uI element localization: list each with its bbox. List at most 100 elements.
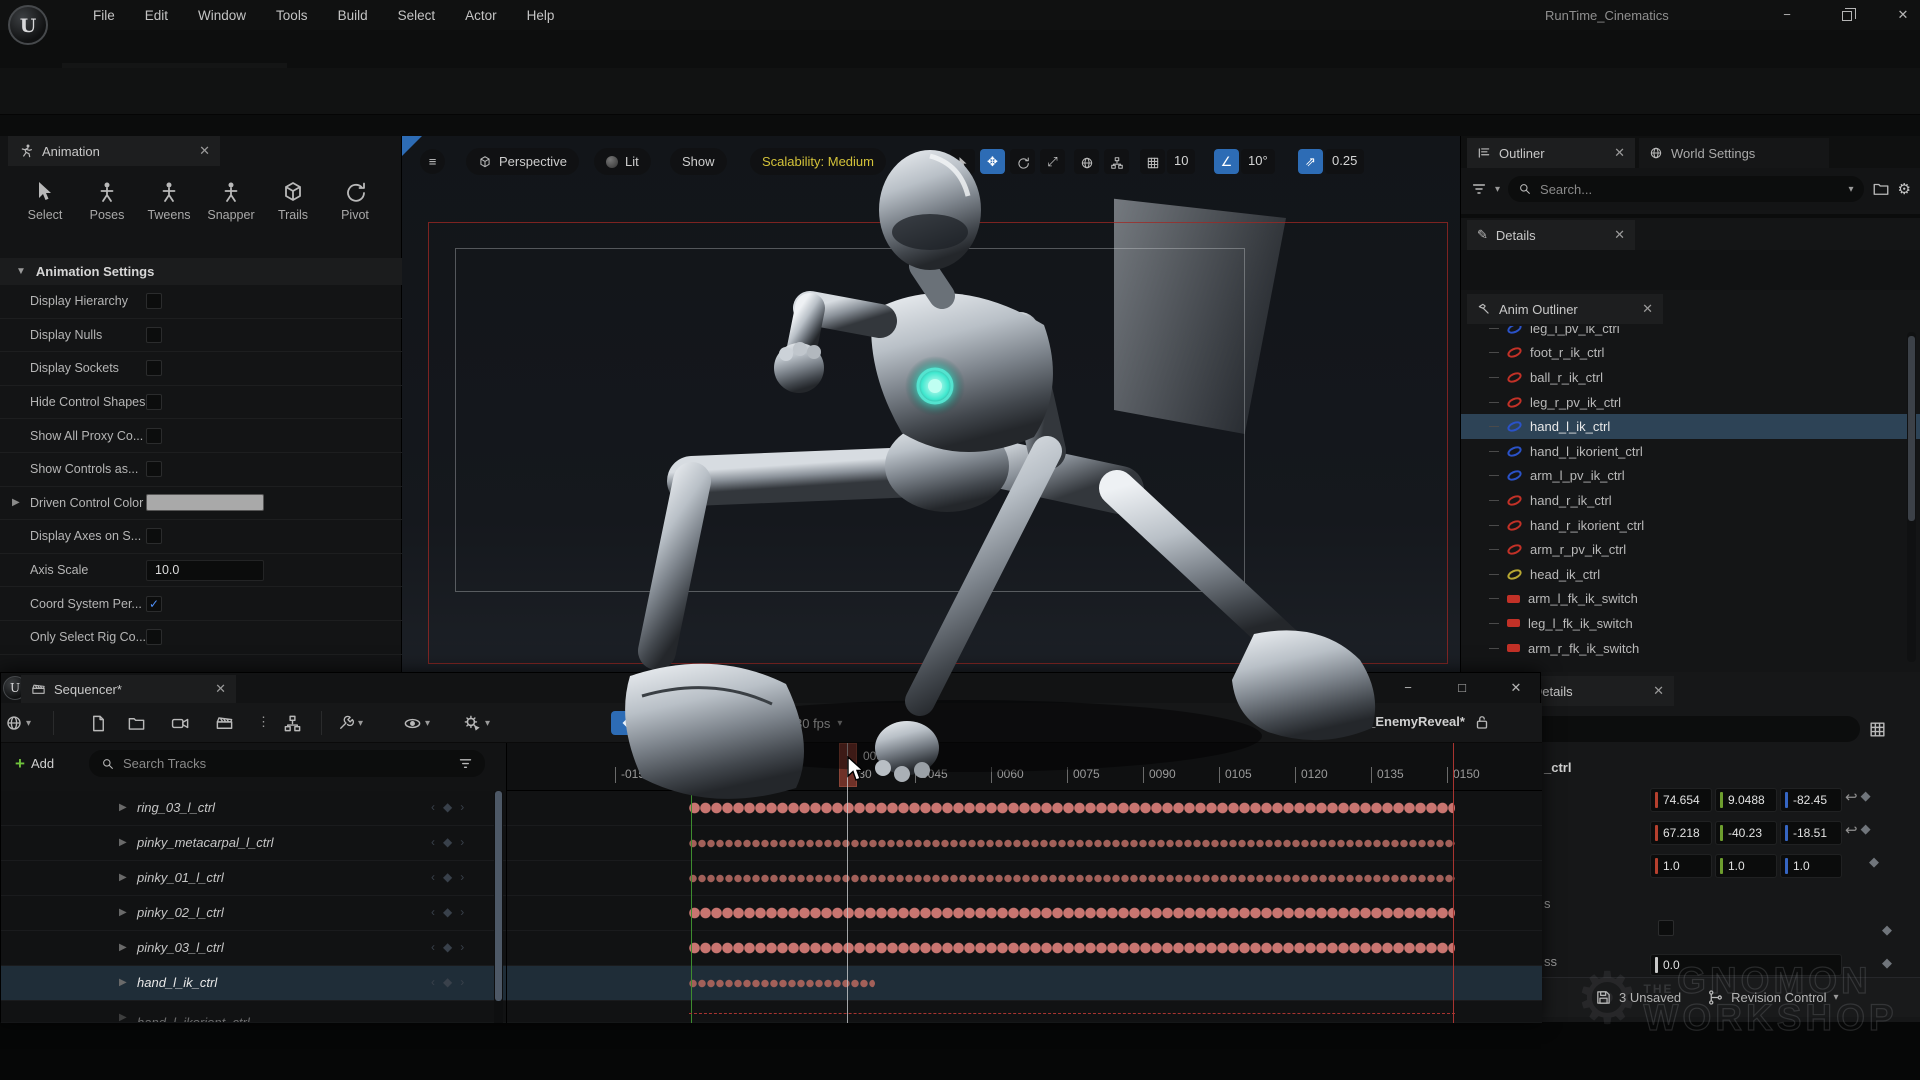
track-row-selected[interactable]: ▶ hand_l_ik_ctrl ‹◆›: [1, 966, 1542, 1001]
scale-snap-value[interactable]: 0.25: [1325, 149, 1364, 174]
key-nav-icons[interactable]: ‹◆›: [431, 870, 472, 884]
create-asset-icon[interactable]: [89, 714, 108, 733]
keyframe-diamond-icon[interactable]: ◆: [1882, 955, 1892, 971]
checkbox-checked[interactable]: ✓: [146, 596, 162, 612]
animation-settings-header[interactable]: ▼ Animation Settings: [0, 258, 402, 285]
tool-snapper[interactable]: Snapper: [202, 180, 260, 222]
track-row[interactable]: ▶ pinky_03_l_ctrl ‹◆›: [1, 931, 1542, 966]
scalability-button[interactable]: Scalability: Medium: [750, 148, 886, 175]
restore-button[interactable]: [1832, 6, 1862, 24]
z-field[interactable]: -82.45: [1780, 788, 1842, 812]
key-nav-icons[interactable]: ‹◆›: [431, 800, 472, 814]
scrollbar-thumb[interactable]: [1908, 336, 1915, 521]
track-row[interactable]: ▶ ring_03_l_ctrl ‹◆›: [1, 791, 1542, 826]
track-scrollbar-thumb[interactable]: [495, 791, 502, 1001]
list-item[interactable]: leg_r_pv_ik_ctrl: [1461, 390, 1920, 415]
viewport[interactable]: ≡ Perspective Lit Show Scalability: Medi…: [402, 136, 1460, 672]
menu-actor[interactable]: Actor: [450, 8, 512, 23]
keyframe-diamond-icon[interactable]: ◆: [1861, 821, 1871, 845]
track-row[interactable]: ▶ pinky_metacarpal_l_ctrl ‹◆›: [1, 826, 1542, 861]
tab-details-top[interactable]: ✎ Details ✕: [1467, 220, 1635, 250]
reset-icon[interactable]: ↩: [1845, 788, 1858, 812]
unsaved-button[interactable]: 3 Unsaved: [1595, 989, 1681, 1006]
timeline-ruler[interactable]: -015 0000 0015 0030 0045 0060 0075 0090 …: [506, 743, 1542, 791]
tool-pivot[interactable]: Pivot: [326, 180, 384, 222]
menu-select[interactable]: Select: [383, 8, 451, 23]
filter-icon[interactable]: [1471, 181, 1487, 197]
lit-dropdown[interactable]: Lit: [594, 148, 651, 175]
add-track-button[interactable]: + Add: [7, 749, 75, 778]
tab-outliner[interactable]: Outliner ✕: [1467, 138, 1635, 168]
rotation-snap-icon[interactable]: ∠: [1214, 149, 1239, 174]
unreal-logo[interactable]: U: [8, 5, 48, 45]
axis-scale-field[interactable]: 10.0: [146, 560, 264, 581]
track-area[interactable]: ▶ ring_03_l_ctrl ‹◆› ▶ pinky_metacarpal_…: [1, 791, 1542, 1023]
chevron-right-icon[interactable]: ▶: [119, 837, 127, 848]
keyframe-diamond-icon[interactable]: ◆: [1882, 922, 1892, 938]
chevron-right-icon[interactable]: ▶: [119, 942, 127, 953]
x-field[interactable]: 74.654: [1650, 788, 1712, 812]
details-search-input[interactable]: ch: [1506, 716, 1860, 742]
scale-snap-icon[interactable]: ⇗: [1298, 149, 1323, 174]
checkbox[interactable]: [1658, 920, 1674, 936]
rotate-tool-icon[interactable]: [1010, 149, 1035, 174]
keyframe-diamond-icon[interactable]: ◆: [1869, 854, 1879, 878]
track-row[interactable]: ▶ pinky_01_l_ctrl ‹◆›: [1, 861, 1542, 896]
menu-help[interactable]: Help: [512, 8, 570, 23]
seq-maximize-button[interactable]: □: [1447, 679, 1477, 697]
tab-sequencer[interactable]: Sequencer* ✕: [21, 675, 236, 703]
track-row-partial[interactable]: ▶ hand_l_ikorient_ctrl: [1, 1001, 1542, 1023]
chevron-right-icon[interactable]: ▶: [119, 872, 127, 883]
tool-tweens[interactable]: Tweens: [140, 180, 198, 222]
list-item[interactable]: foot_r_ik_ctrl: [1461, 341, 1920, 366]
playback-options-dropdown[interactable]: ▾: [463, 711, 490, 735]
keyframe-dots[interactable]: [689, 801, 1455, 815]
rotation-snap-value[interactable]: 10°: [1241, 149, 1275, 174]
list-item[interactable]: arm_r_pv_ik_ctrl: [1461, 537, 1920, 562]
checkbox[interactable]: [146, 293, 162, 309]
checkbox[interactable]: [146, 461, 162, 477]
list-item[interactable]: hand_r_ikorient_ctrl: [1461, 513, 1920, 538]
menu-edit[interactable]: Edit: [130, 8, 183, 23]
surface-snap-icon[interactable]: [1104, 149, 1129, 174]
keyframe-diamond-icon[interactable]: ◆: [1861, 788, 1871, 812]
perspective-dropdown[interactable]: Perspective: [466, 148, 579, 175]
tool-trails[interactable]: Trails: [264, 180, 322, 222]
list-item[interactable]: arm_r_fk_ik_switch: [1461, 636, 1920, 661]
menu-file[interactable]: File: [78, 8, 130, 23]
render-movie-icon[interactable]: [215, 714, 234, 733]
close-icon[interactable]: ✕: [1642, 301, 1653, 317]
viewport-menu-icon[interactable]: ≡: [420, 149, 445, 174]
menu-build[interactable]: Build: [323, 8, 383, 23]
list-item[interactable]: ball_r_ik_ctrl: [1461, 365, 1920, 390]
tab-world-settings[interactable]: World Settings: [1639, 138, 1829, 168]
tab-anim-outliner[interactable]: Anim Outliner ✕: [1467, 294, 1663, 324]
keyframe-dots[interactable]: [689, 839, 1455, 848]
filter-icon[interactable]: [458, 756, 473, 771]
reset-icon[interactable]: ↩: [1845, 821, 1858, 845]
kebab-menu-icon[interactable]: ⋮: [767, 714, 780, 730]
sequence-settings-dropdown[interactable]: ▾: [337, 711, 363, 735]
close-icon[interactable]: ✕: [1614, 227, 1625, 243]
list-item[interactable]: head_ik_ctrl: [1461, 562, 1920, 587]
close-icon[interactable]: ✕: [1614, 145, 1625, 161]
seq-minimize-button[interactable]: −: [1393, 679, 1423, 697]
tool-poses[interactable]: Poses: [78, 180, 136, 222]
search-tracks-input[interactable]: Search Tracks: [89, 750, 485, 777]
list-item[interactable]: arm_l_fk_ik_switch: [1461, 587, 1920, 612]
gear-icon[interactable]: ⚙: [1898, 180, 1911, 198]
chevron-right-icon[interactable]: ▶: [119, 1012, 127, 1023]
menu-tools[interactable]: Tools: [261, 8, 323, 23]
playhead-line[interactable]: [847, 743, 848, 1023]
close-icon[interactable]: ✕: [215, 681, 226, 697]
close-button[interactable]: ✕: [1888, 6, 1918, 24]
track-row[interactable]: ▶ pinky_02_l_ctrl ‹◆›: [1, 896, 1542, 931]
close-icon[interactable]: ✕: [1653, 683, 1664, 699]
minimize-button[interactable]: −: [1772, 6, 1802, 24]
checkbox[interactable]: [146, 327, 162, 343]
value-field[interactable]: 0.0: [1650, 954, 1842, 976]
show-dropdown[interactable]: Show: [670, 148, 727, 175]
grid-snap-icon[interactable]: [1140, 149, 1165, 174]
view-options-dropdown[interactable]: ▾: [403, 711, 430, 735]
chevron-right-icon[interactable]: ▶: [119, 907, 127, 918]
